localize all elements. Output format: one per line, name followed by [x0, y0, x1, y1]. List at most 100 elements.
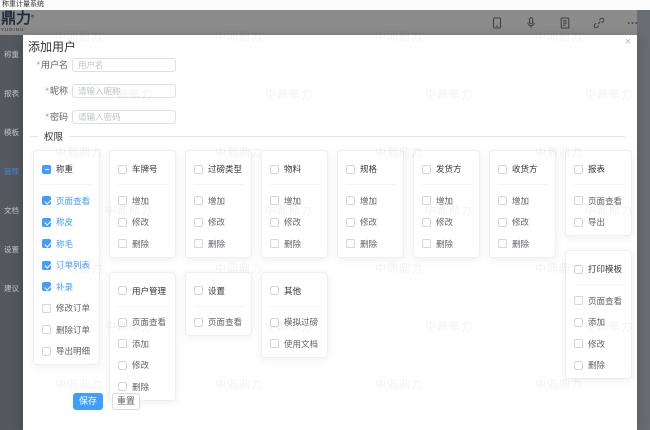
link-icon[interactable] — [592, 16, 605, 29]
permission-item[interactable]: 删除订单 — [42, 324, 91, 336]
username-input[interactable] — [72, 58, 176, 72]
sidebar-item-suggestions[interactable]: 建议 — [0, 269, 23, 308]
permission-item[interactable]: 添加 — [574, 316, 623, 328]
sidebar-item-settings[interactable]: 设置 — [0, 230, 23, 269]
checkbox-unchecked[interactable] — [118, 318, 127, 327]
checkbox-unchecked[interactable] — [346, 165, 355, 174]
permission-item[interactable]: 增加 — [498, 195, 547, 207]
checkbox-unchecked[interactable] — [346, 196, 355, 205]
sidebar-item-management[interactable]: 管理 — [0, 152, 23, 191]
sidebar-item-reports[interactable]: 报表 — [0, 74, 23, 113]
checkbox-unchecked[interactable] — [118, 339, 127, 348]
checkbox-unchecked[interactable] — [194, 165, 203, 174]
permission-group-header[interactable]: 过磅类型 — [194, 158, 243, 185]
checkbox-unchecked[interactable] — [574, 218, 583, 227]
permission-item[interactable]: 页面查看 — [118, 316, 167, 328]
permission-item[interactable]: 删除 — [422, 238, 471, 250]
checkbox-unchecked[interactable] — [270, 318, 279, 327]
permission-item[interactable]: 称皮 — [42, 216, 91, 228]
permission-item[interactable]: 页面查看 — [42, 195, 91, 207]
checkbox-checked[interactable] — [42, 282, 51, 291]
permission-item[interactable]: 修改 — [498, 216, 547, 228]
checkbox-unchecked[interactable] — [346, 218, 355, 227]
permission-item[interactable]: 导出 — [574, 216, 623, 228]
checkbox-checked[interactable] — [42, 261, 51, 270]
password-input[interactable] — [72, 110, 176, 124]
permission-item[interactable]: 修改 — [422, 216, 471, 228]
permission-item[interactable]: 页面查看 — [194, 316, 243, 328]
permission-item[interactable]: 修改 — [194, 216, 243, 228]
checkbox-unchecked[interactable] — [42, 347, 51, 356]
permission-group-header[interactable]: 设置 — [194, 280, 243, 307]
checkbox-unchecked[interactable] — [574, 318, 583, 327]
checkbox-unchecked[interactable] — [118, 239, 127, 248]
checkbox-unchecked[interactable] — [498, 218, 507, 227]
sidebar-item-templates[interactable]: 模板 — [0, 113, 23, 152]
checkbox-indeterminate[interactable] — [42, 165, 51, 174]
permission-item[interactable]: 删除 — [346, 238, 395, 250]
checkbox-unchecked[interactable] — [194, 286, 203, 295]
permission-group-header[interactable]: 发货方 — [422, 158, 471, 185]
permission-item[interactable]: 修改订单 — [42, 302, 91, 314]
permission-item[interactable]: 导出明细 — [42, 345, 91, 357]
permission-item[interactable]: 模拟过磅 — [270, 316, 319, 328]
permission-item[interactable]: 删除 — [574, 359, 623, 371]
checkbox-unchecked[interactable] — [270, 339, 279, 348]
checkbox-unchecked[interactable] — [194, 239, 203, 248]
checkbox-unchecked[interactable] — [270, 165, 279, 174]
permission-group-header[interactable]: 规格 — [346, 158, 395, 185]
permission-item[interactable]: 增加 — [194, 195, 243, 207]
permission-item[interactable]: 使用文档 — [270, 338, 319, 350]
checkbox-checked[interactable] — [42, 218, 51, 227]
checkbox-unchecked[interactable] — [194, 196, 203, 205]
permission-group-header[interactable]: 收货方 — [498, 158, 547, 185]
permission-item[interactable]: 增加 — [346, 195, 395, 207]
permission-item[interactable]: 称毛 — [42, 238, 91, 250]
checkbox-unchecked[interactable] — [118, 196, 127, 205]
permission-group-header[interactable]: 物料 — [270, 158, 319, 185]
checkbox-unchecked[interactable] — [422, 196, 431, 205]
permission-item[interactable]: 删除 — [118, 381, 167, 393]
permission-item[interactable]: 删除 — [270, 238, 319, 250]
checkbox-unchecked[interactable] — [270, 239, 279, 248]
tablet-icon[interactable] — [490, 16, 503, 29]
checkbox-unchecked[interactable] — [498, 196, 507, 205]
permission-group-header[interactable]: 用户管理 — [118, 280, 167, 307]
checkbox-unchecked[interactable] — [270, 196, 279, 205]
permission-item[interactable]: 增加 — [118, 195, 167, 207]
sidebar-item-documents[interactable]: 文档 — [0, 191, 23, 230]
permission-group-header[interactable]: 其他 — [270, 280, 319, 307]
checkbox-unchecked[interactable] — [194, 318, 203, 327]
permission-item[interactable]: 删除 — [498, 238, 547, 250]
checkbox-unchecked[interactable] — [270, 218, 279, 227]
checkbox-checked[interactable] — [42, 239, 51, 248]
checkbox-unchecked[interactable] — [574, 296, 583, 305]
permission-group-header[interactable]: 报表 — [574, 158, 623, 185]
permission-group-header[interactable]: 称重 — [42, 158, 91, 185]
permission-item[interactable]: 删除 — [194, 238, 243, 250]
checkbox-unchecked[interactable] — [422, 239, 431, 248]
permission-group-header[interactable]: 打印模板 — [574, 258, 623, 285]
checkbox-unchecked[interactable] — [42, 325, 51, 334]
reset-button[interactable]: 重置 — [112, 393, 140, 410]
permission-item[interactable]: 页面查看 — [574, 295, 623, 307]
checkbox-unchecked[interactable] — [574, 265, 583, 274]
document-icon[interactable] — [558, 16, 571, 29]
permission-item[interactable]: 增加 — [270, 195, 319, 207]
scrollbar[interactable] — [637, 10, 650, 430]
checkbox-unchecked[interactable] — [574, 165, 583, 174]
permission-item[interactable]: 修改 — [270, 216, 319, 228]
checkbox-unchecked[interactable] — [574, 339, 583, 348]
checkbox-unchecked[interactable] — [42, 304, 51, 313]
checkbox-unchecked[interactable] — [574, 361, 583, 370]
sidebar-item-weighing[interactable]: 称重 — [0, 35, 23, 74]
permission-item[interactable]: 补录 — [42, 281, 91, 293]
permission-item[interactable]: 添加 — [118, 338, 167, 350]
nickname-input[interactable] — [72, 84, 176, 98]
checkbox-unchecked[interactable] — [346, 239, 355, 248]
checkbox-unchecked[interactable] — [118, 165, 127, 174]
close-icon[interactable]: × — [622, 36, 634, 48]
permission-group-header[interactable]: 车牌号 — [118, 158, 167, 185]
checkbox-unchecked[interactable] — [422, 218, 431, 227]
permission-item[interactable]: 页面查看 — [574, 195, 623, 207]
